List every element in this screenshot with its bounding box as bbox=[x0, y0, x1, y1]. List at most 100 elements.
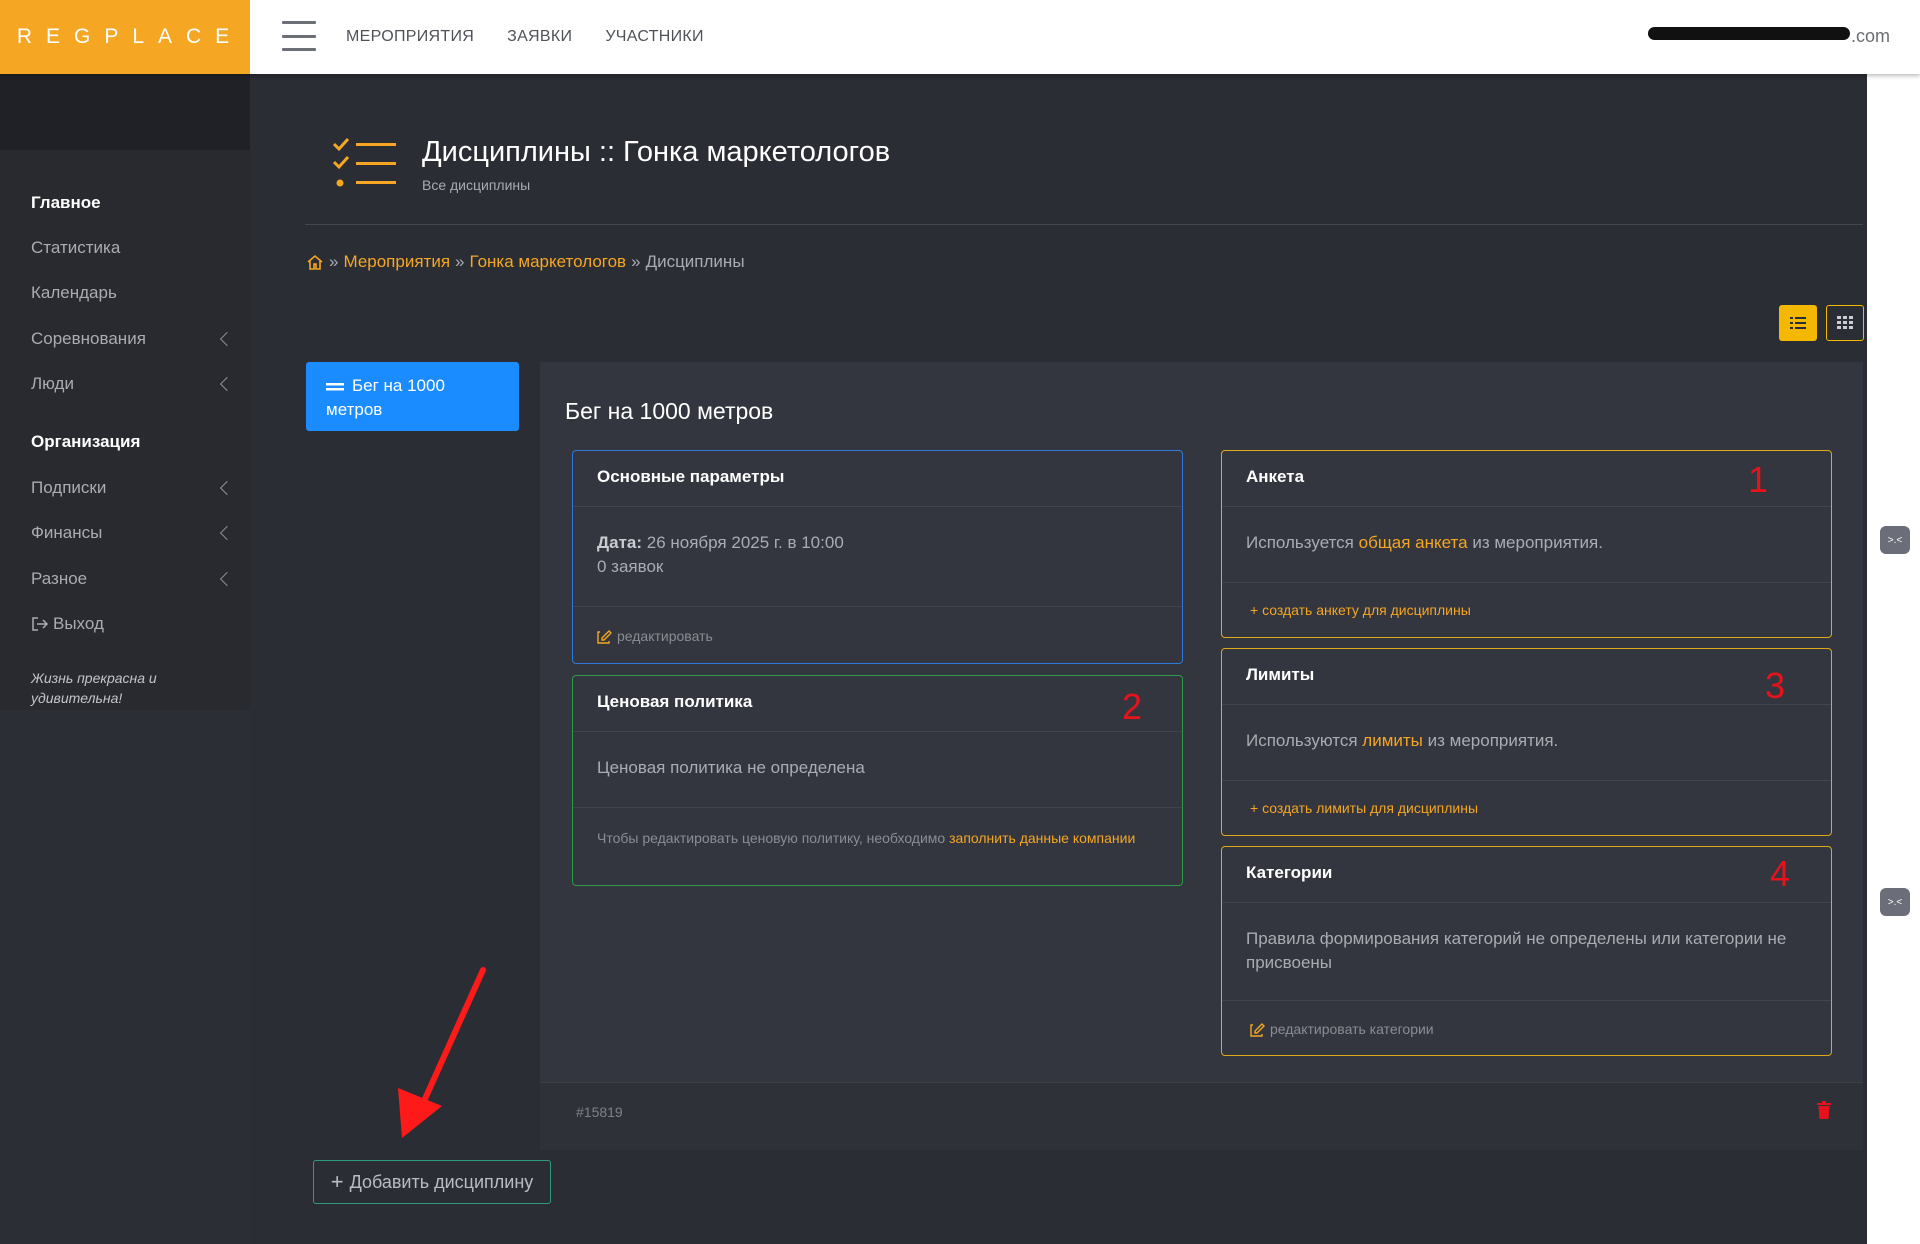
nav-participants[interactable]: УЧАСТНИКИ bbox=[605, 28, 704, 46]
checklist-icon bbox=[332, 137, 396, 187]
fill-company-data-link[interactable]: заполнить данные компании bbox=[949, 830, 1135, 846]
limits-body-post: из мероприятия. bbox=[1427, 731, 1559, 750]
annotation-number: 2 bbox=[1122, 686, 1143, 727]
card-divider bbox=[1222, 582, 1831, 583]
breadcrumb-separator: » bbox=[329, 252, 339, 271]
add-discipline-button[interactable]: + Добавить дисциплину bbox=[313, 1160, 551, 1204]
card-title: Категории bbox=[1222, 847, 1831, 903]
sidebar-item-label: Разное bbox=[31, 569, 88, 588]
card-title: Анкета bbox=[1222, 451, 1831, 507]
sidebar-item-subscriptions[interactable]: Подписки bbox=[31, 478, 236, 498]
create-limits-label: создать лимиты для дисциплины bbox=[1262, 800, 1479, 816]
sidebar-item-people[interactable]: Люди bbox=[31, 374, 236, 394]
discipline-tab[interactable]: Бег на 1000 метров bbox=[306, 362, 519, 431]
breadcrumb-events-link[interactable]: Мероприятия bbox=[343, 252, 450, 272]
grid-view-button[interactable] bbox=[1826, 305, 1864, 341]
home-icon[interactable] bbox=[306, 254, 324, 271]
card-title: Основные параметры bbox=[573, 451, 1182, 507]
edit-link[interactable]: редактировать bbox=[597, 624, 713, 648]
user-email[interactable]: .com bbox=[1851, 26, 1890, 47]
general-survey-link[interactable]: общая анкета bbox=[1359, 533, 1468, 552]
top-bar: REGPLACE МЕРОПРИЯТИЯ ЗАЯВКИ УЧАСТНИКИ .c… bbox=[0, 0, 1920, 74]
create-survey-link[interactable]: + создать анкету для дисциплины bbox=[1250, 598, 1471, 622]
sidebar-section-main: Главное bbox=[31, 193, 101, 212]
breadcrumb-separator: » bbox=[631, 252, 641, 271]
panel-title: Бег на 1000 метров bbox=[565, 398, 774, 424]
card-divider bbox=[573, 606, 1182, 607]
sidebar-item-misc[interactable]: Разное bbox=[31, 569, 236, 589]
page-subtitle: Все дисциплины bbox=[422, 177, 531, 193]
card-limits: Лимиты Используются лимиты из мероприяти… bbox=[1221, 648, 1832, 836]
breadcrumb-current: Дисциплины bbox=[645, 252, 745, 271]
nav-applications[interactable]: ЗАЯВКИ bbox=[507, 28, 572, 46]
pricing-note-text: Чтобы редактировать ценовую политику, не… bbox=[597, 830, 946, 846]
nav-events[interactable]: МЕРОПРИЯТИЯ bbox=[346, 28, 474, 46]
annotation-number: 4 bbox=[1770, 853, 1791, 894]
divider bbox=[305, 224, 1863, 225]
logo[interactable]: REGPLACE bbox=[0, 0, 250, 74]
breadcrumb-event-link[interactable]: Гонка маркетологов bbox=[470, 252, 627, 272]
discipline-id: #15819 bbox=[576, 1104, 623, 1120]
email-suffix: .com bbox=[1850, 26, 1890, 46]
limits-link[interactable]: лимиты bbox=[1362, 731, 1423, 750]
card-divider bbox=[1222, 780, 1831, 781]
chat-widget-icon[interactable]: >.< bbox=[1880, 888, 1910, 916]
chevron-left-icon bbox=[219, 571, 235, 587]
annotation-arrow bbox=[398, 967, 486, 1138]
panel-footer bbox=[540, 1082, 1863, 1150]
sidebar-item-competitions[interactable]: Соревнования bbox=[31, 329, 236, 349]
edit-icon bbox=[1250, 1022, 1265, 1037]
drag-handle-icon bbox=[326, 382, 344, 391]
page-title: Дисциплины :: Гонка маркетологов bbox=[422, 136, 891, 168]
survey-body: Используется общая анкета из мероприятия… bbox=[1246, 531, 1603, 555]
edit-categories-label: редактировать категории bbox=[1270, 1021, 1434, 1037]
limits-body: Используются лимиты из мероприятия. bbox=[1246, 729, 1558, 753]
list-view-button[interactable] bbox=[1779, 305, 1817, 341]
sidebar-item-label: Выход bbox=[53, 614, 104, 633]
chevron-left-icon bbox=[219, 331, 235, 347]
sidebar-item-calendar[interactable]: Календарь bbox=[31, 283, 236, 303]
create-limits-link[interactable]: + создать лимиты для дисциплины bbox=[1250, 796, 1478, 820]
sidebar-section-organization: Организация bbox=[31, 432, 141, 451]
right-gutter bbox=[1867, 74, 1920, 1244]
sidebar-item-label: Соревнования bbox=[31, 329, 146, 348]
logout-icon bbox=[32, 617, 49, 631]
redaction-bar bbox=[1648, 27, 1850, 40]
sidebar-item-label: Календарь bbox=[31, 283, 117, 302]
chat-widget-icon[interactable]: >.< bbox=[1880, 526, 1910, 554]
sidebar-header bbox=[0, 74, 250, 150]
sidebar-footer bbox=[0, 710, 250, 1244]
annotation-number: 3 bbox=[1765, 665, 1786, 706]
sidebar-item-label: Подписки bbox=[31, 478, 107, 497]
card-categories: Категории Правила формирования категорий… bbox=[1221, 846, 1832, 1056]
chevron-left-icon bbox=[219, 480, 235, 496]
limits-body-pre: Используются bbox=[1246, 731, 1358, 750]
sidebar-quote: Жизнь прекрасна и удивительна! bbox=[31, 670, 157, 706]
card-pricing: Ценовая политика Ценовая политика не опр… bbox=[572, 675, 1183, 886]
card-divider bbox=[573, 807, 1182, 808]
card-title: Ценовая политика bbox=[573, 676, 1182, 732]
annotation-number: 1 bbox=[1748, 459, 1769, 500]
card-body: Дата: 26 ноября 2025 г. в 10:00 0 заявок bbox=[597, 531, 844, 579]
grid-icon bbox=[1837, 316, 1853, 329]
edit-categories-link[interactable]: редактировать категории bbox=[1250, 1017, 1434, 1041]
edit-label: редактировать bbox=[617, 628, 713, 644]
survey-body-pre: Используется bbox=[1246, 533, 1354, 552]
sidebar-item-label: Статистика bbox=[31, 238, 121, 257]
add-discipline-label: Добавить дисциплину bbox=[349, 1171, 534, 1192]
sidebar-item-logout[interactable]: Выход bbox=[31, 614, 236, 634]
sidebar-item-finances[interactable]: Финансы bbox=[31, 523, 236, 543]
sidebar-item-statistics[interactable]: Статистика bbox=[31, 238, 236, 258]
breadcrumb-separator: » bbox=[455, 252, 465, 271]
categories-status: Правила формирования категорий не опреде… bbox=[1246, 929, 1787, 972]
card-divider bbox=[1222, 1000, 1831, 1001]
menu-toggle-icon[interactable] bbox=[282, 21, 316, 51]
top-nav: МЕРОПРИЯТИЯ ЗАЯВКИ УЧАСТНИКИ bbox=[346, 0, 704, 74]
card-survey: Анкета Используется общая анкета из меро… bbox=[1221, 450, 1832, 638]
pricing-status: Ценовая политика не определена bbox=[597, 758, 865, 777]
chevron-left-icon bbox=[219, 376, 235, 392]
pricing-note: Чтобы редактировать ценовую политику, не… bbox=[597, 826, 1137, 850]
sidebar-item-label: Финансы bbox=[31, 523, 103, 542]
list-icon bbox=[1790, 317, 1806, 329]
trash-icon[interactable] bbox=[1817, 1101, 1831, 1119]
